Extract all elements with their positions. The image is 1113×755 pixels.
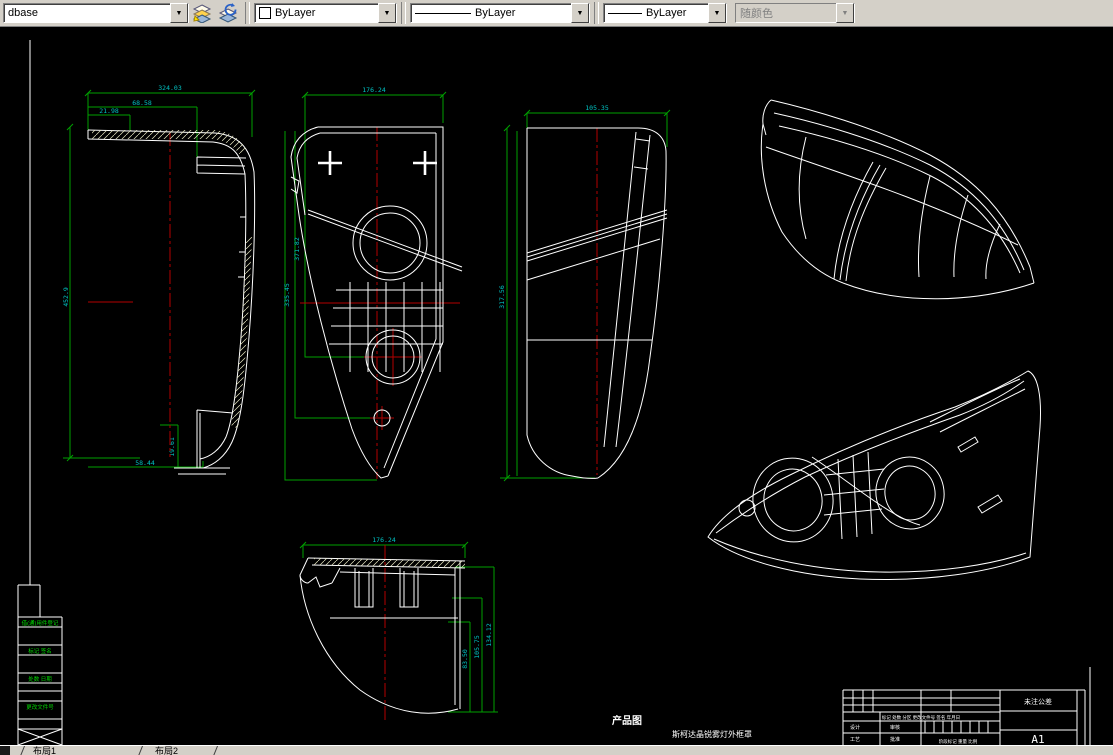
lineweight-combo-arrow[interactable]: ▼ [708, 3, 726, 23]
color-combo[interactable]: ByLayer ▼ [254, 3, 397, 23]
tolerance-note: 未注公差 [1024, 697, 1052, 706]
color-name: ByLayer [275, 7, 316, 19]
color-combo-arrow[interactable]: ▼ [378, 3, 396, 23]
dim-text: 176.24 [372, 536, 396, 544]
lineweight-sample-icon [608, 12, 642, 14]
layer-previous-button[interactable] [190, 1, 214, 25]
linetype-combo[interactable]: ByLayer ▼ [410, 3, 590, 23]
sheet-size-label: A1 [1031, 733, 1044, 745]
dim-text: 371.82 [293, 237, 301, 261]
layer-name: dbase [8, 7, 38, 19]
view-top-section: 176.24 134.12 105.75 83.50 [299, 536, 498, 722]
sheet-frame-left-table: 借(通)用件登记 标记 签名 处数 日期 更改文件号 [17, 584, 63, 745]
hatch-area [314, 558, 465, 568]
dim-text: 83.50 [461, 649, 469, 669]
sheet-frame [29, 40, 1091, 745]
linetype-name: ByLayer [475, 7, 516, 19]
layer-states-button[interactable] [216, 1, 240, 25]
title-block: 标记 处数 分区 更改文件号 签名 年月日 设计 审核 工艺 批准 阶段标记 重… [842, 689, 1086, 745]
stage-row-labels: 阶段标记 重量 比例 [939, 738, 978, 745]
color-swatch-icon [259, 7, 271, 19]
plot-style-name: 随颜色 [740, 8, 773, 20]
dim-text: 134.12 [485, 623, 493, 647]
dim-text: 105.35 [585, 104, 609, 112]
drawing-type-label: 产品图 [612, 714, 642, 727]
layers-icon [192, 4, 212, 23]
designer-label: 设计 [850, 724, 860, 731]
lineweight-name: ByLayer [646, 7, 687, 19]
approver-label: 批准 [890, 736, 900, 743]
dim-text: 68.58 [132, 99, 152, 107]
linetype-sample-icon [415, 12, 471, 14]
revision-row-labels: 标记 处数 分区 更改文件号 签名 年月日 [882, 714, 960, 721]
top-toolbar: dbase ▼ ByLayer ▼ ByLayer ▼ ByLayer ▼ 随颜… [0, 0, 1113, 27]
dim-text: 58.44 [135, 459, 155, 467]
layer-combo[interactable]: dbase ▼ [3, 3, 189, 23]
dim-text: 176.24 [362, 86, 386, 94]
view-front: 176.24 371.82 335.45 [283, 86, 463, 481]
frame-cell-label: 处数 日期 [28, 675, 52, 683]
hatch-area [92, 130, 246, 155]
dim-text: 19.61 [168, 437, 176, 457]
part-name-label: 斯柯达晶锐雾灯外框罩 [672, 729, 752, 739]
view-section-left: 324.03 68.58 21.98 452.9 58.44 19.61 [62, 84, 256, 475]
toolbar-separator [401, 2, 406, 24]
frame-cell-label: 借(通)用件登记 [22, 619, 59, 627]
process-label: 工艺 [850, 737, 860, 743]
view-3d-bottom [707, 370, 1041, 581]
checker-label: 审核 [890, 724, 900, 731]
dim-text: 335.45 [283, 283, 291, 307]
view-side: 105.35 317.56 [498, 104, 671, 482]
lineweight-combo[interactable]: ByLayer ▼ [603, 3, 727, 23]
toolbar-separator [245, 2, 250, 24]
dim-text: 324.03 [158, 84, 182, 92]
view-3d-top [760, 99, 1035, 300]
layer-combo-arrow[interactable]: ▼ [170, 3, 188, 23]
frame-cell-label: 更改文件号 [26, 703, 54, 711]
plot-style-combo: 随颜色 ▼ [735, 3, 855, 23]
dim-text: 317.56 [498, 285, 506, 309]
frame-cell-label: 标记 签名 [28, 647, 52, 655]
layers-swirl-icon [218, 3, 238, 23]
dim-text: 21.98 [99, 107, 119, 115]
model-space-canvas[interactable]: 324.03 68.58 21.98 452.9 58.44 19.61 176… [0, 27, 1113, 745]
dim-text: 105.75 [473, 635, 481, 659]
plot-style-combo-arrow: ▼ [836, 3, 854, 23]
toolbar-separator [594, 2, 599, 24]
linetype-combo-arrow[interactable]: ▼ [571, 3, 589, 23]
dim-text: 452.9 [62, 287, 70, 307]
